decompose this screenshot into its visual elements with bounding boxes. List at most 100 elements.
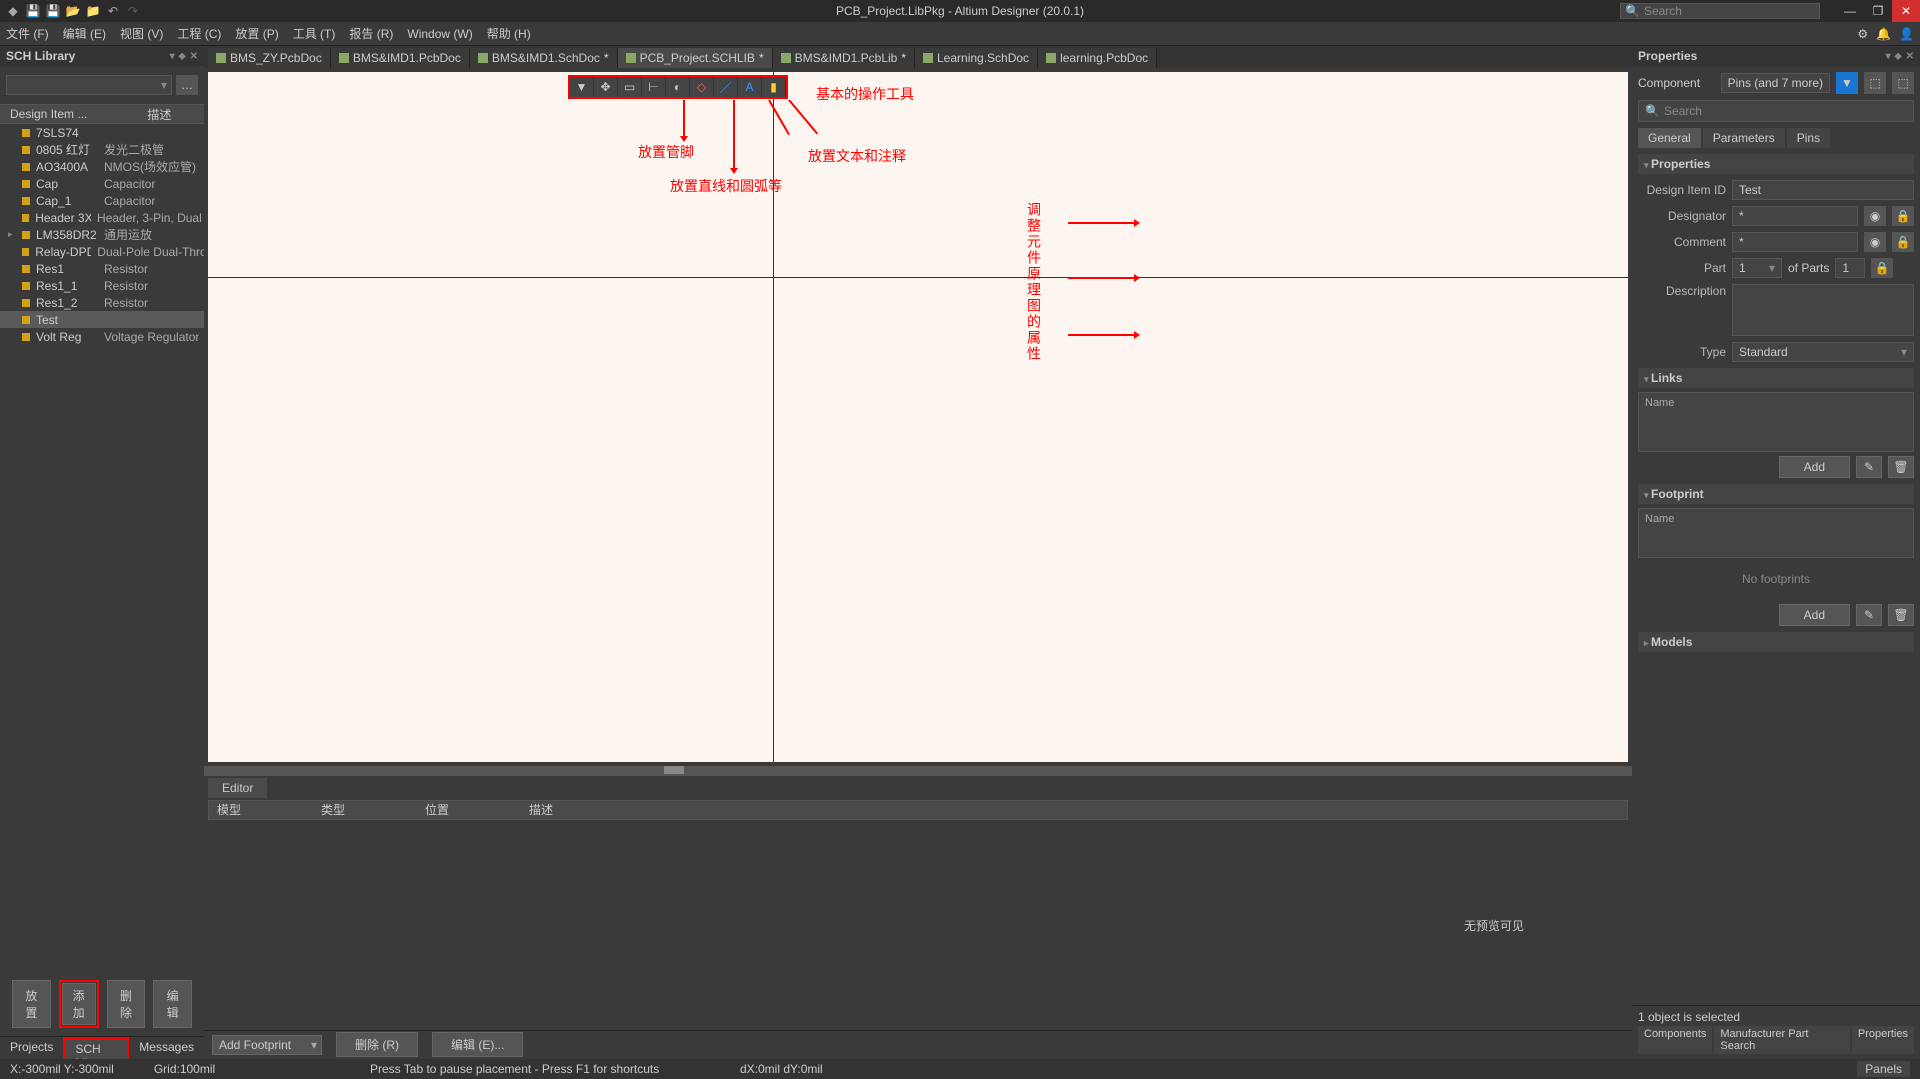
footprint-delete-button[interactable]: 删除 (R) <box>336 1032 418 1057</box>
col-type[interactable]: 类型 <box>321 801 345 819</box>
section-links[interactable]: Links <box>1638 368 1914 388</box>
section-footprint[interactable]: Footprint <box>1638 484 1914 504</box>
menu-place[interactable]: 放置 (P) <box>235 25 278 42</box>
panel-menu-icon[interactable]: ▾ <box>170 51 175 62</box>
save-all-icon[interactable]: 💾 <box>46 4 60 18</box>
menu-view[interactable]: 视图 (V) <box>120 25 163 42</box>
delete-button[interactable]: 删除 <box>107 980 146 1028</box>
col-desc[interactable]: 描述 <box>529 801 553 819</box>
panel-menu-icon[interactable]: ▾ <box>1886 51 1891 62</box>
menu-edit[interactable]: 编辑 (E) <box>63 25 106 42</box>
input-designator[interactable]: * <box>1732 206 1858 226</box>
redo-icon[interactable]: ↷ <box>126 4 140 18</box>
user-icon[interactable]: 👤 <box>1899 27 1914 41</box>
global-search[interactable]: 🔍 Search <box>1620 3 1820 19</box>
panel-pin-icon[interactable]: ⬥ <box>1895 51 1902 62</box>
ieee-icon[interactable]: ◐ <box>666 77 690 97</box>
library-item[interactable]: Header 3X2Header, 3-Pin, Dual ro <box>0 209 204 226</box>
input-part[interactable]: 1▾ <box>1732 258 1782 278</box>
tab-parameters[interactable]: Parameters <box>1703 128 1785 148</box>
editor-list[interactable] <box>208 820 1352 1030</box>
polygon-erase-icon[interactable]: ◇ <box>690 77 714 97</box>
links-delete-icon[interactable]: 🗑 <box>1888 456 1914 478</box>
section-properties[interactable]: Properties <box>1638 154 1914 174</box>
library-item[interactable]: LM358DR2通用运放 <box>0 226 204 243</box>
filter-funnel-icon[interactable]: ▼ <box>1836 72 1858 94</box>
pin-icon[interactable]: ⊢ <box>642 77 666 97</box>
rect-icon[interactable]: ▭ <box>618 77 642 97</box>
schematic-canvas[interactable]: ▼ ✥ ▭ ⊢ ◐ ◇ ／ A ▮ 基本的操作工具 放置管脚 放置直线和圆弧等 … <box>208 72 1628 762</box>
library-filter-combo[interactable]: ▾ <box>6 75 172 95</box>
menu-file[interactable]: 文件 (F) <box>6 25 49 42</box>
document-tab[interactable]: Learning.SchDoc <box>915 48 1038 68</box>
library-item[interactable]: Volt RegVoltage Regulator <box>0 328 204 345</box>
visibility-icon[interactable]: ◉ <box>1864 206 1886 226</box>
col-description[interactable]: 描述 <box>147 106 171 123</box>
undo-icon[interactable]: ↶ <box>106 4 120 18</box>
panel-close-icon[interactable]: ✕ <box>190 51 198 62</box>
properties-search[interactable]: 🔍 Search <box>1638 100 1914 122</box>
library-item[interactable]: CapCapacitor <box>0 175 204 192</box>
library-item[interactable]: Res1_1Resistor <box>0 277 204 294</box>
folder-icon[interactable]: 📁 <box>86 4 100 18</box>
links-add-button[interactable]: Add <box>1779 456 1850 478</box>
text-icon[interactable]: A <box>738 77 762 97</box>
line-icon[interactable]: ／ <box>714 77 738 97</box>
input-comment[interactable]: * <box>1732 232 1858 252</box>
library-item[interactable]: Res1Resistor <box>0 260 204 277</box>
document-tab[interactable]: learning.PcbDoc <box>1038 48 1157 68</box>
move-icon[interactable]: ✥ <box>594 77 618 97</box>
component-icon[interactable]: ▮ <box>762 77 786 97</box>
document-tab[interactable]: BMS_ZY.PcbDoc <box>208 48 331 68</box>
close-button[interactable]: ✕ <box>1892 0 1920 22</box>
menu-help[interactable]: 帮助 (H) <box>487 25 531 42</box>
gear-icon[interactable]: ⚙ <box>1857 27 1868 41</box>
footprint-edit-button[interactable]: 编辑 (E)... <box>432 1032 523 1057</box>
input-design-item-id[interactable]: Test <box>1732 180 1914 200</box>
place-button[interactable]: 放置 <box>12 980 51 1028</box>
lock-icon[interactable]: 🔒 <box>1871 258 1893 278</box>
add-footprint-combo[interactable]: Add Footprint <box>212 1035 322 1055</box>
library-list[interactable]: 7SLS740805 红灯发光二极管AO3400ANMOS(场效应管)CapCa… <box>0 124 204 972</box>
tab-mfr-search[interactable]: Manufacturer Part Search <box>1714 1026 1849 1054</box>
library-item[interactable]: 7SLS74 <box>0 124 204 141</box>
tab-general[interactable]: General <box>1638 128 1701 148</box>
input-description[interactable] <box>1732 284 1914 336</box>
document-tab[interactable]: BMS&IMD1.PcbLib* <box>773 48 915 68</box>
footprint-delete-icon[interactable]: 🗑 <box>1888 604 1914 626</box>
footprint-edit-icon[interactable]: ✎ <box>1856 604 1882 626</box>
filter-icon[interactable]: ▼ <box>570 77 594 97</box>
properties-body[interactable]: Properties Design Item ID Test Designato… <box>1632 148 1920 1005</box>
add-button[interactable]: 添加 <box>62 983 96 1025</box>
library-item[interactable]: Cap_1Capacitor <box>0 192 204 209</box>
select-children-icon[interactable]: ⬚ <box>1892 72 1914 94</box>
maximize-button[interactable]: ❐ <box>1864 0 1892 22</box>
document-tab[interactable]: BMS&IMD1.SchDoc* <box>470 48 618 68</box>
pins-chip[interactable]: Pins (and 7 more) <box>1721 73 1830 93</box>
lock-icon[interactable]: 🔒 <box>1892 232 1914 252</box>
section-models[interactable]: Models <box>1638 632 1914 652</box>
col-pos[interactable]: 位置 <box>425 801 449 819</box>
h-scrollbar[interactable] <box>204 766 1632 776</box>
library-item[interactable]: Relay-DPDTDual-Pole Dual-Throw <box>0 243 204 260</box>
menu-tools[interactable]: 工具 (T) <box>293 25 336 42</box>
panels-button[interactable]: Panels <box>1857 1061 1910 1077</box>
links-edit-icon[interactable]: ✎ <box>1856 456 1882 478</box>
footprint-add-button[interactable]: Add <box>1779 604 1850 626</box>
open-icon[interactable]: 📂 <box>66 4 80 18</box>
lock-icon[interactable]: 🔒 <box>1892 206 1914 226</box>
tab-messages[interactable]: Messages <box>129 1037 204 1058</box>
bell-icon[interactable]: 🔔 <box>1876 27 1891 41</box>
panel-pin-icon[interactable]: ⬥ <box>179 51 186 62</box>
menu-window[interactable]: Window (W) <box>407 27 472 41</box>
tab-components[interactable]: Components <box>1638 1026 1712 1054</box>
visibility-icon[interactable]: ◉ <box>1864 232 1886 252</box>
library-item[interactable]: 0805 红灯发光二极管 <box>0 141 204 158</box>
select-parent-icon[interactable]: ⬚ <box>1864 72 1886 94</box>
menu-project[interactable]: 工程 (C) <box>177 25 221 42</box>
edit-button[interactable]: 编辑 <box>153 980 192 1028</box>
panel-close-icon[interactable]: ✕ <box>1906 51 1914 62</box>
col-design-item[interactable]: Design Item ... <box>10 107 87 121</box>
menu-report[interactable]: 报告 (R) <box>349 25 393 42</box>
col-model[interactable]: 模型 <box>217 801 241 819</box>
